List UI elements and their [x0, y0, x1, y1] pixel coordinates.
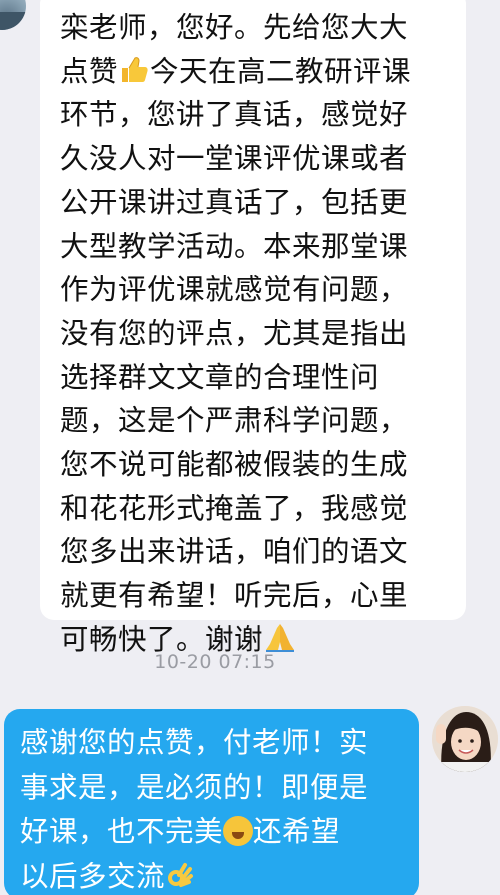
message-line: 久没人对一堂课评优课或者 — [60, 142, 409, 176]
incoming-message-text: 栾老师，您好。先给您大大 点赞 今天在高二教研评课 环节，您讲了真话，感觉好 久没… — [60, 6, 448, 662]
message-line: 今天在高二教研评课 — [150, 54, 412, 88]
message-timestamp: 10-20 07:15 — [154, 651, 276, 673]
thumbs-up-emoji-icon — [122, 56, 148, 82]
ok-hand-emoji-icon — [168, 862, 194, 887]
outgoing-message-bubble[interactable]: 感谢您的点赞，付老师！实 事求是，是必须的！即便是 好课，也不完美 还希望 以后多… — [4, 709, 419, 895]
message-line: 感谢您的点赞，付老师！实 — [20, 726, 369, 759]
message-line: 以后多交流 — [20, 859, 166, 893]
giggle-face-emoji-icon — [223, 816, 254, 846]
message-line: 作为评优课就感觉有问题， — [60, 273, 409, 307]
message-line: 您不说可能都被假装的生成 — [60, 448, 409, 482]
message-line: 还希望 — [253, 815, 341, 848]
message-line: 选择群文文章的合理性问 — [60, 360, 380, 394]
message-line: 公开课讲过真话了，包括更 — [60, 185, 409, 219]
message-line: 点赞 — [60, 54, 119, 88]
message-line: 栾老师，您好。先给您大大 — [60, 11, 409, 44]
message-line: 环节，您讲了真话，感觉好 — [60, 98, 409, 132]
message-line: 好课，也不完美 — [20, 815, 224, 848]
message-line: 没有您的评点，尤其是指出 — [60, 316, 409, 350]
message-line: 题，这是个严肃科学问题， — [60, 404, 409, 438]
message-line: 大型教学活动。本来那堂课 — [60, 229, 409, 263]
message-line: 您多出来讲话，咱们的语文 — [60, 535, 409, 569]
message-line: 和花花形式掩盖了，我感觉 — [60, 491, 409, 525]
sender-avatar[interactable] — [0, 0, 26, 30]
incoming-message-bubble[interactable]: 栾老师，您好。先给您大大 点赞 今天在高二教研评课 环节，您讲了真话，感觉好 久没… — [40, 0, 466, 656]
message-line: 就更有希望！听完后，心里 — [60, 579, 409, 613]
chat-view: 栾老师，您好。先给您大大 点赞 今天在高二教研评课 环节，您讲了真话，感觉好 久没… — [0, 0, 500, 895]
user-avatar-photo — [432, 706, 498, 772]
outgoing-message-text: 感谢您的点赞，付老师！实 事求是，是必须的！即便是 好课，也不完美 还希望 以后多… — [20, 721, 409, 895]
message-line: 事求是，是必须的！即便是 — [20, 770, 369, 804]
user-avatar[interactable] — [432, 706, 498, 772]
praying-hands-emoji-icon — [266, 623, 295, 652]
